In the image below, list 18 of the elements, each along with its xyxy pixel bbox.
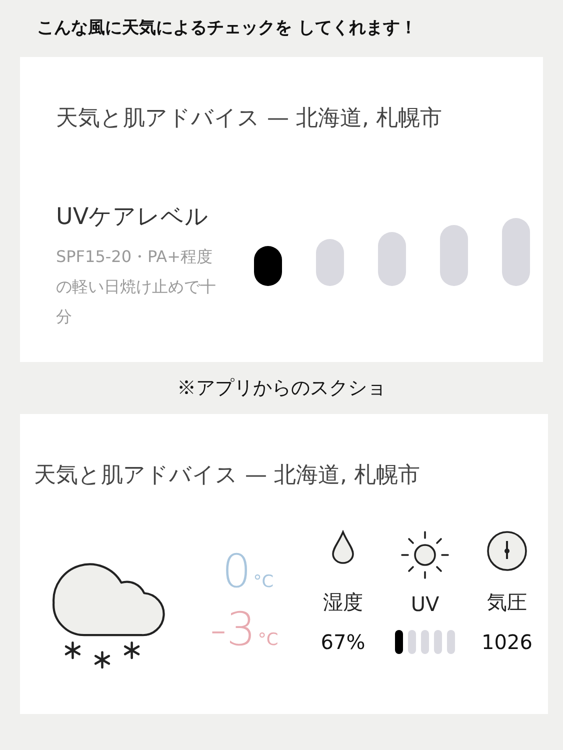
- drop-icon: [331, 530, 355, 564]
- stat-value: 1026: [482, 630, 532, 656]
- caption: ※アプリからのスクショ: [176, 376, 387, 401]
- uv-care-description: SPF15-20・PA+程度の軽い日焼け止めで十分: [56, 246, 217, 328]
- temperature-unit: °C: [258, 630, 278, 650]
- stat-label: UV: [410, 592, 440, 616]
- temperature-unit: °C: [253, 572, 274, 592]
- gauge-icon: [486, 530, 528, 572]
- card-title: 天気と肌アドバイス — 北海道, 札幌市: [56, 105, 443, 133]
- temperature-value: 0: [222, 546, 252, 596]
- uv-care-heading: UVケアレベル: [56, 203, 210, 232]
- stat-label: 湿度: [323, 589, 363, 616]
- card-title: 天気と肌アドバイス — 北海道, 札幌市: [34, 462, 421, 490]
- stat-label: 気圧: [486, 589, 527, 616]
- temperature-value: -3: [210, 604, 256, 654]
- sun-icon: [400, 530, 450, 580]
- caption: こんな風に天気によるチェックを してくれます！: [36, 17, 418, 40]
- stat-value: 67%: [320, 630, 366, 656]
